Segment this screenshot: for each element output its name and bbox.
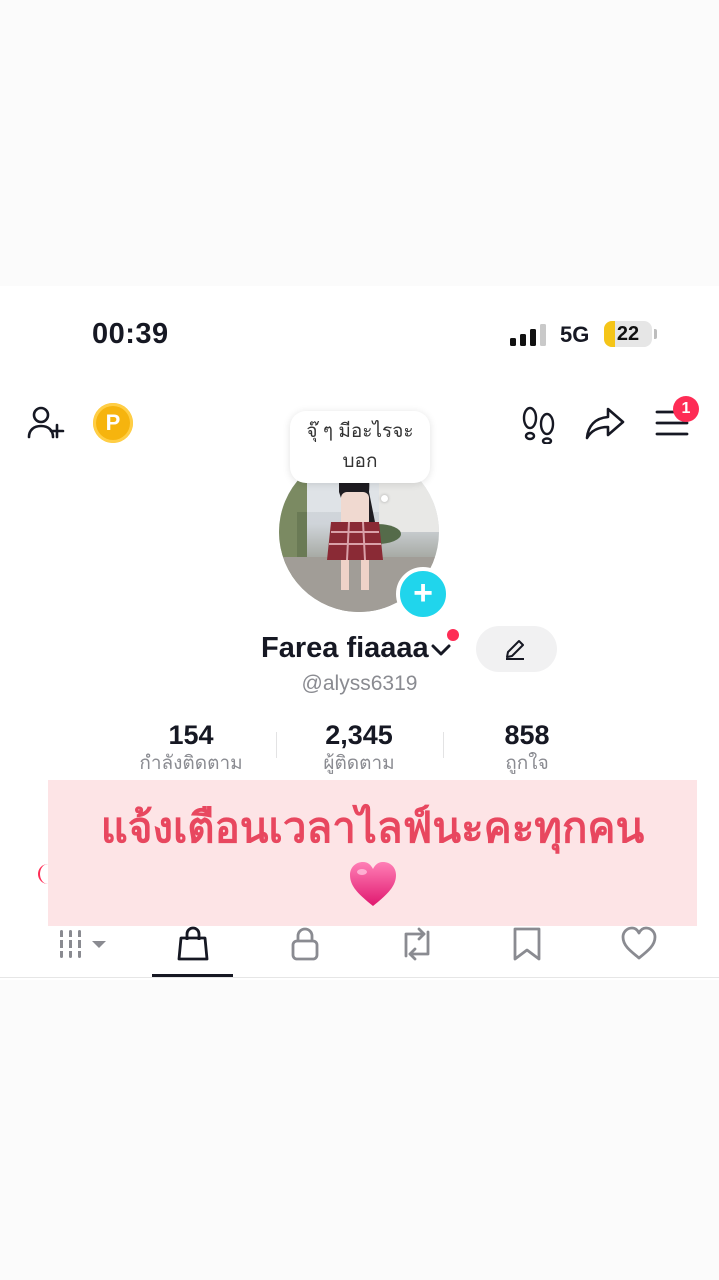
grid-icon — [58, 930, 106, 958]
stat-following-value: 154 — [168, 720, 214, 750]
add-story-button[interactable]: + — [396, 567, 450, 621]
repost-icon — [404, 927, 430, 961]
stat-followers[interactable]: 2,345 ผู้ติดตาม — [274, 718, 444, 776]
overlay-banner: แจ้งเตือนเวลาไลฟ์นะคะทุกคน — [48, 780, 697, 926]
chevron-down-icon[interactable] — [430, 642, 452, 658]
tab-videos[interactable] — [34, 926, 114, 970]
tabs-divider — [0, 977, 719, 978]
notification-badge: 1 — [673, 396, 699, 422]
pink-heart-icon — [349, 862, 396, 906]
heart-icon — [621, 926, 657, 960]
account-alert-dot — [447, 629, 459, 641]
tab-shop[interactable] — [152, 926, 232, 970]
tab-liked[interactable] — [597, 926, 677, 970]
footprint-icon[interactable] — [520, 404, 558, 444]
share-icon[interactable] — [583, 403, 627, 443]
stat-following[interactable]: 154 กำลังติดตาม — [106, 718, 276, 776]
profile-name[interactable]: Farea fiaaaa — [261, 632, 429, 665]
stat-likes-label: ถูกใจ — [505, 753, 549, 774]
battery-cap — [654, 329, 657, 339]
tab-reposts[interactable] — [374, 926, 454, 970]
pencil-icon — [506, 640, 524, 660]
username-handle: @alyss6319 — [301, 672, 418, 695]
battery-percent: 22 — [616, 323, 640, 345]
stat-followers-value: 2,345 — [325, 720, 393, 750]
bubble-tail — [381, 495, 388, 502]
note-line-1: จุ๊ ๆ มีอะไรจะ — [306, 421, 414, 442]
note-bubble[interactable]: จุ๊ ๆ มีอะไรจะ บอก — [290, 411, 430, 483]
add-friend-icon[interactable] — [26, 403, 66, 443]
banner-text: แจ้งเตือนเวลาไลฟ์นะคะทุกคน — [100, 804, 645, 851]
stat-likes-value: 858 — [504, 720, 550, 750]
bookmark-icon — [513, 927, 541, 961]
network-type: 5G — [560, 322, 590, 347]
profile-screen: 00:39 5G 22 P 1 + จุ๊ ๆ มีอะไรจะ บอก Far… — [0, 286, 719, 980]
signal-icon — [510, 324, 546, 346]
tab-private[interactable] — [264, 926, 344, 970]
status-time: 00:39 — [92, 318, 169, 350]
stat-following-label: กำลังติดตาม — [139, 753, 243, 774]
shopping-bag-icon — [177, 926, 209, 961]
tab-favorites[interactable] — [486, 926, 566, 970]
lock-icon — [291, 927, 319, 961]
stat-followers-label: ผู้ติดตาม — [323, 753, 395, 774]
note-line-2: บอก — [342, 451, 378, 472]
stat-likes[interactable]: 858 ถูกใจ — [442, 718, 612, 776]
edit-profile-button[interactable] — [476, 626, 557, 672]
coin-icon[interactable]: P — [93, 403, 133, 443]
battery-icon: 22 — [604, 321, 652, 347]
